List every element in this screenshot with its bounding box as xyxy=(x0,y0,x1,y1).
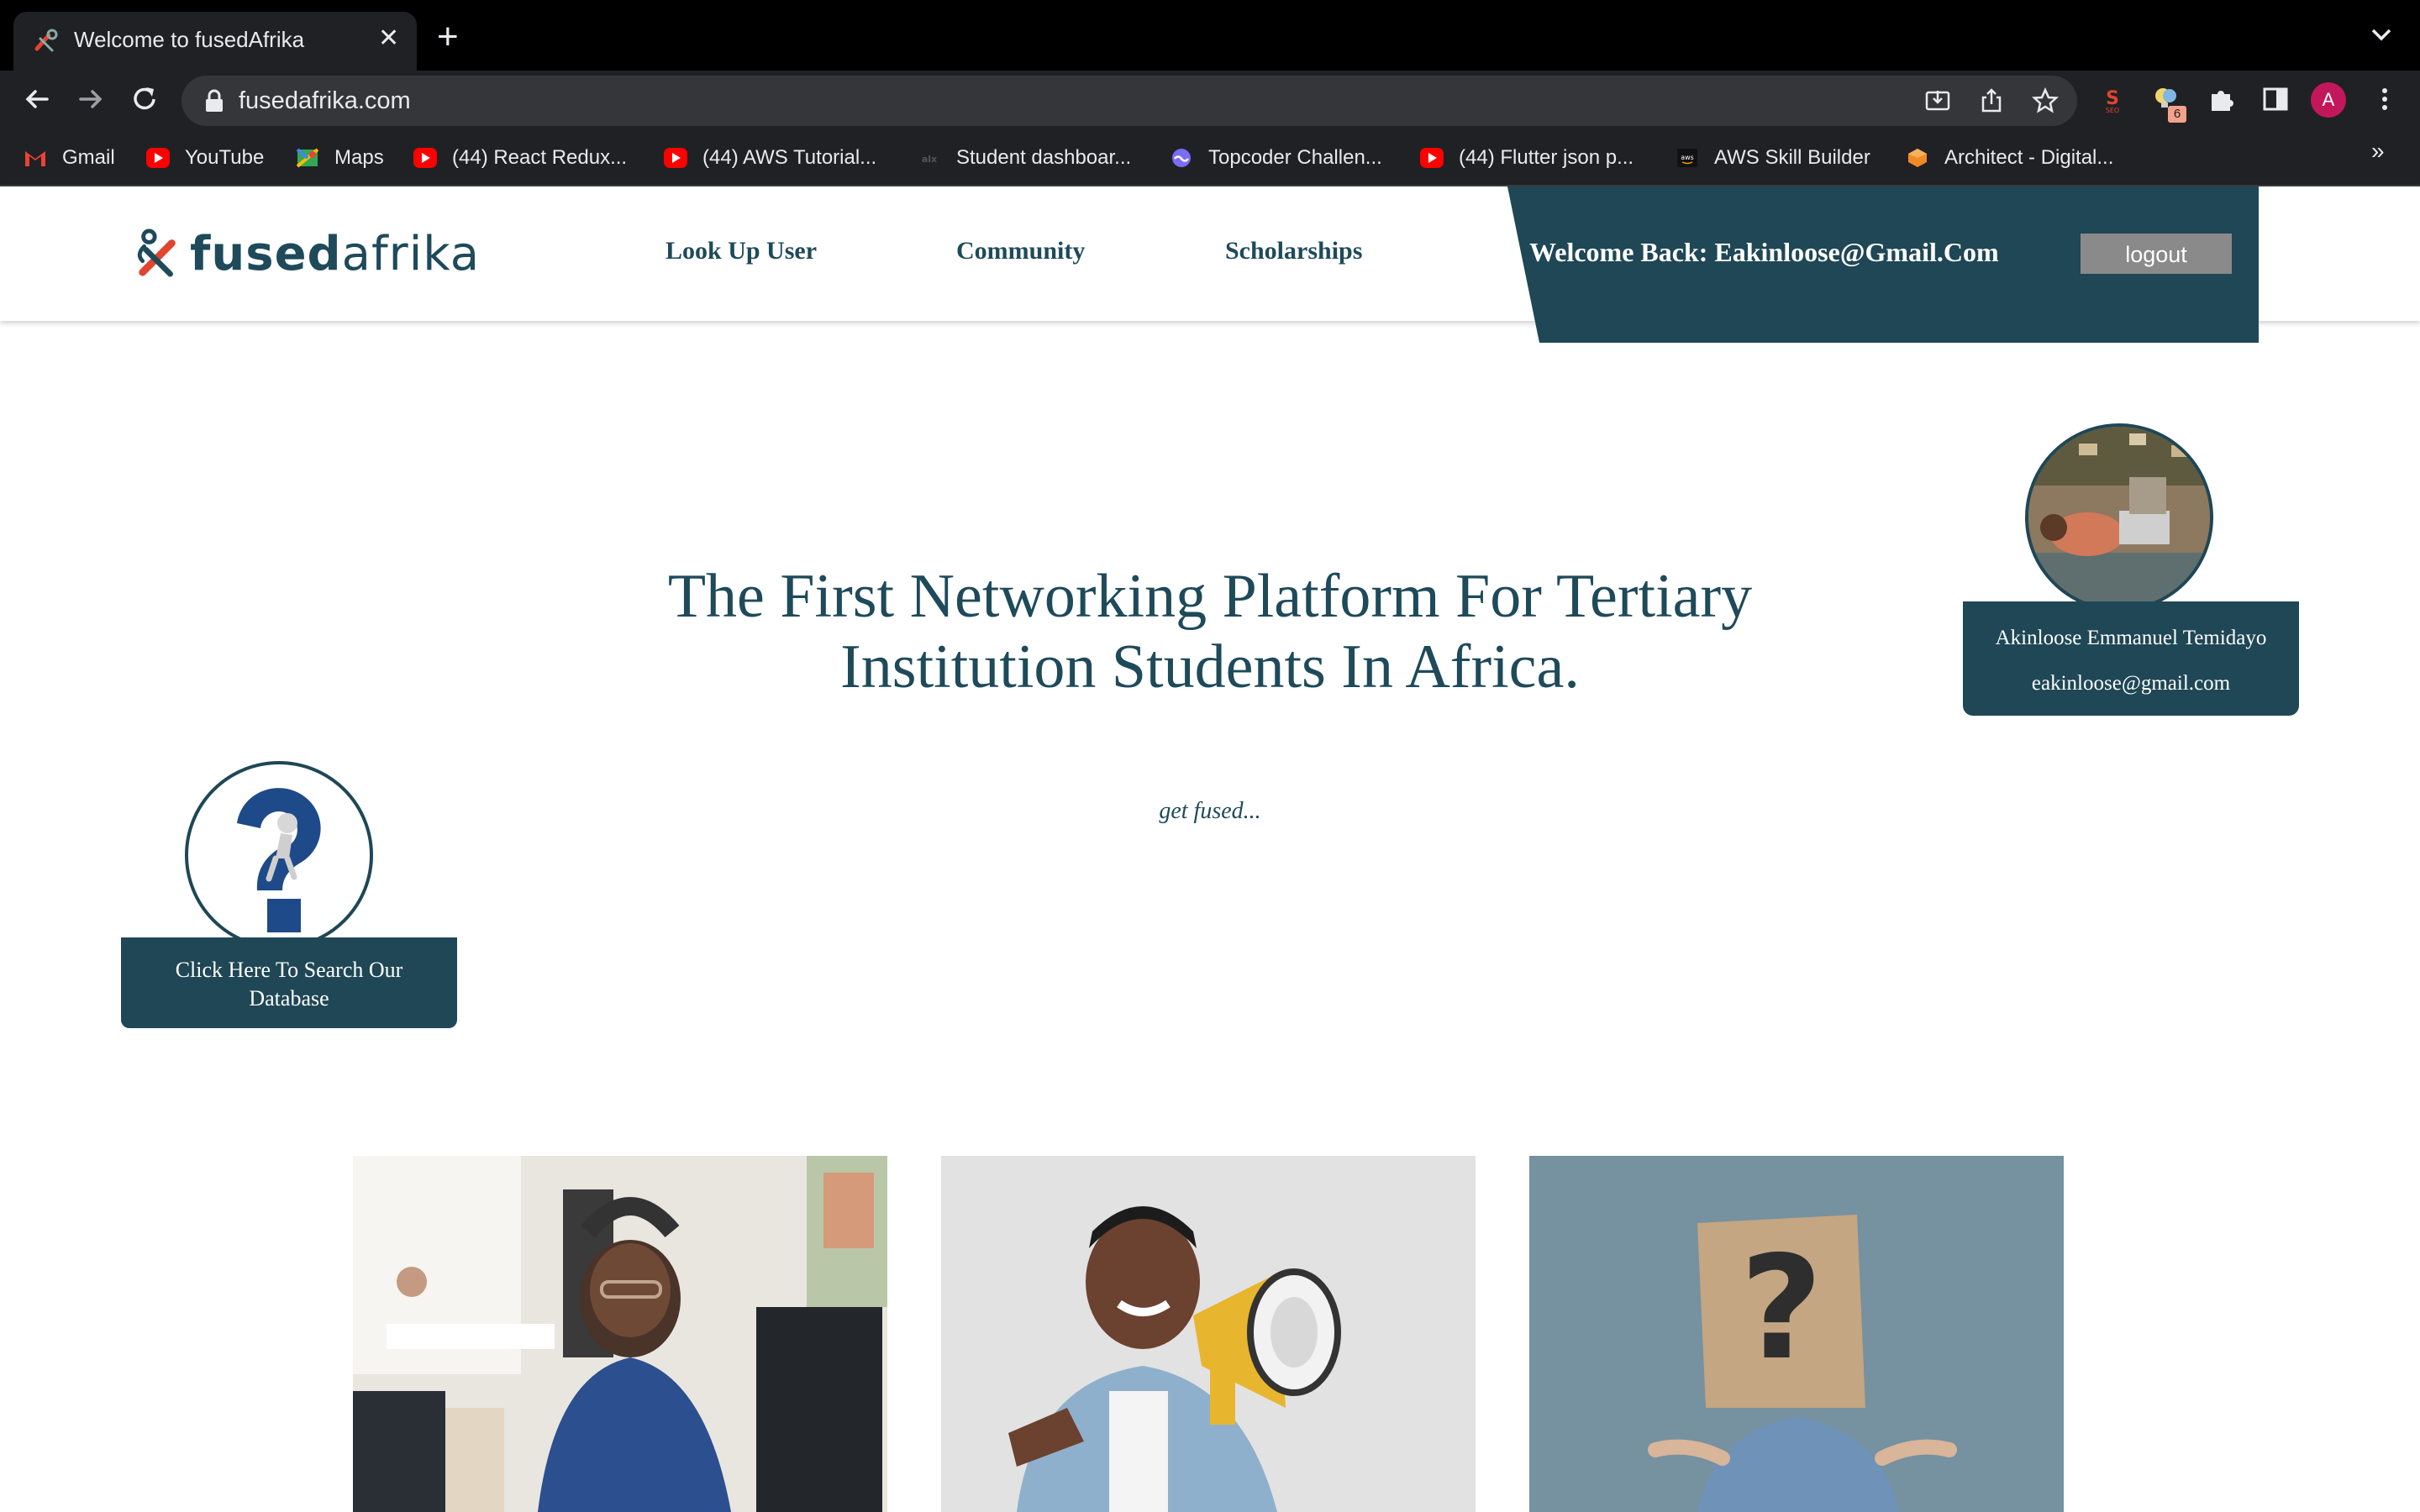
topcoder-icon xyxy=(1172,149,1191,167)
bookmark-label: (44) React Redux... xyxy=(452,146,628,169)
tagline: get fused... xyxy=(1159,798,1261,824)
profile-name: Akinloose Emmanuel Temidayo xyxy=(1995,627,2267,649)
bookmark-react-redux[interactable]: (44) React Redux... xyxy=(413,144,627,171)
youtube-icon xyxy=(1420,148,1444,168)
extension-badge: 6 xyxy=(2168,106,2186,123)
kebab-menu-icon[interactable] xyxy=(2370,84,2400,114)
hero-title-line-2: Institution Students In Africa. xyxy=(840,633,1580,701)
bookmark-label: (44) AWS Tutorial... xyxy=(702,146,877,169)
hero-title-line-1: The First Networking Platform For Tertia… xyxy=(667,562,1753,631)
youtube-icon xyxy=(413,148,437,168)
idea-extension[interactable]: 6 xyxy=(2151,84,2188,123)
nav-scholarships[interactable]: Scholarships xyxy=(1225,237,1362,265)
bookmark-label: Topcoder Challen... xyxy=(1208,146,1382,169)
bookmark-topcoder[interactable]: Topcoder Challen... xyxy=(1170,144,1382,171)
bookmark-label: Maps xyxy=(334,146,384,169)
profile-photo-image xyxy=(2028,427,2210,608)
feature-image-megaphone-man xyxy=(941,1156,1476,1512)
lock-icon xyxy=(206,89,223,112)
feature-image-office-woman xyxy=(353,1156,887,1512)
search-database-button[interactable]: Click Here To Search Our Database xyxy=(121,937,457,1028)
search-database-label: Click Here To Search Our Database xyxy=(175,958,403,1011)
profile-initial: A xyxy=(2322,89,2335,110)
hero-title: The First Networking Platform For Tertia… xyxy=(588,561,1832,702)
fusedafrika-logo-icon xyxy=(137,228,176,277)
megaphone-man-photo xyxy=(941,1156,1476,1512)
bookmark-label: Architect - Digital... xyxy=(1944,146,2114,169)
forward-arrow-icon[interactable] xyxy=(74,82,108,116)
logo-light-text: afrika xyxy=(341,226,481,281)
more-bookmarks-icon[interactable]: » xyxy=(2371,138,2385,165)
back-arrow-icon[interactable] xyxy=(20,82,54,116)
nav-look-up-user[interactable]: Look Up User xyxy=(666,237,817,265)
bookmark-label: Student dashboar... xyxy=(956,146,1132,169)
profile-card[interactable]: Akinloose Emmanuel Temidayo eakinloose@g… xyxy=(1963,601,2299,716)
welcome-message: Welcome Back: Eakinloose@Gmail.Com xyxy=(1529,237,1999,267)
youtube-icon xyxy=(664,148,687,168)
new-tab-icon[interactable]: + xyxy=(437,18,459,55)
address-bar[interactable]: fusedafrika.com xyxy=(182,76,2077,126)
nav-community[interactable]: Community xyxy=(956,237,1085,265)
architect-icon xyxy=(1908,149,1927,167)
alx-icon: alx xyxy=(922,154,937,165)
bookmark-architect[interactable]: Architect - Digital... xyxy=(1906,144,2113,171)
side-panel-icon[interactable] xyxy=(2260,84,2291,114)
aws-icon: aws xyxy=(1677,149,1697,167)
svg-text:aws: aws xyxy=(1681,154,1694,161)
fusedafrika-favicon-icon xyxy=(34,29,58,52)
bookmarks-bar: Gmail YouTube Maps (44) React Redux... (… xyxy=(0,128,2420,186)
logo-text: fusedafrika xyxy=(190,227,480,281)
gmail-icon xyxy=(25,151,45,166)
profile-email: eakinloose@gmail.com xyxy=(2031,672,2231,695)
bookmark-flutter-json[interactable]: (44) Flutter json p... xyxy=(1420,144,1634,171)
office-woman-photo xyxy=(353,1156,887,1512)
tab-close-icon[interactable]: ✕ xyxy=(378,24,399,53)
puzzle-extensions-icon[interactable] xyxy=(2207,84,2237,114)
install-app-icon[interactable] xyxy=(1924,87,1951,114)
svg-text:?: ? xyxy=(1740,1226,1823,1392)
bookmark-label: AWS Skill Builder xyxy=(1714,146,1870,169)
url-text: fusedafrika.com xyxy=(239,87,411,114)
tab-search-chevron-icon[interactable] xyxy=(2368,25,2395,45)
bookmark-aws-tutorial[interactable]: (44) AWS Tutorial... xyxy=(664,144,876,171)
logo-bold-text: fused xyxy=(190,226,342,281)
bookmark-youtube[interactable]: YouTube xyxy=(146,144,264,171)
profile-avatar-button[interactable]: A xyxy=(2311,82,2346,118)
share-icon[interactable] xyxy=(1978,87,2005,114)
question-mark-figure-icon xyxy=(237,788,321,932)
browser-tab[interactable]: Welcome to fusedAfrika ✕ xyxy=(13,12,417,71)
tab-title: Welcome to fusedAfrika xyxy=(74,27,305,52)
browser-tabstrip: Welcome to fusedAfrika ✕ + xyxy=(0,0,2420,71)
feature-image-question-bag: ? xyxy=(1529,1156,2064,1512)
bookmark-star-icon[interactable] xyxy=(2032,87,2059,114)
youtube-icon xyxy=(146,148,170,168)
bookmark-label: YouTube xyxy=(185,146,265,169)
bookmark-aws-skill-builder[interactable]: aws AWS Skill Builder xyxy=(1676,144,1870,171)
search-database-image[interactable] xyxy=(185,761,373,949)
maps-icon xyxy=(296,148,319,168)
profile-photo[interactable] xyxy=(2025,423,2213,612)
logout-button[interactable]: logout xyxy=(2081,234,2232,274)
site-logo[interactable]: fusedafrika xyxy=(134,225,480,282)
question-bag-photo: ? xyxy=(1529,1156,2064,1512)
reload-icon[interactable] xyxy=(128,82,161,116)
seo-extension-icon[interactable]: S SEO xyxy=(2097,84,2128,114)
bookmark-student-dashboard[interactable]: alx Student dashboar... xyxy=(918,144,1131,171)
svg-text:alx: alx xyxy=(922,154,937,165)
bookmark-gmail[interactable]: Gmail xyxy=(24,144,115,171)
bookmark-maps[interactable]: Maps xyxy=(296,144,384,171)
bookmark-label: (44) Flutter json p... xyxy=(1459,146,1634,169)
bookmark-label: Gmail xyxy=(62,146,115,169)
svg-text:SEO: SEO xyxy=(2106,107,2119,114)
